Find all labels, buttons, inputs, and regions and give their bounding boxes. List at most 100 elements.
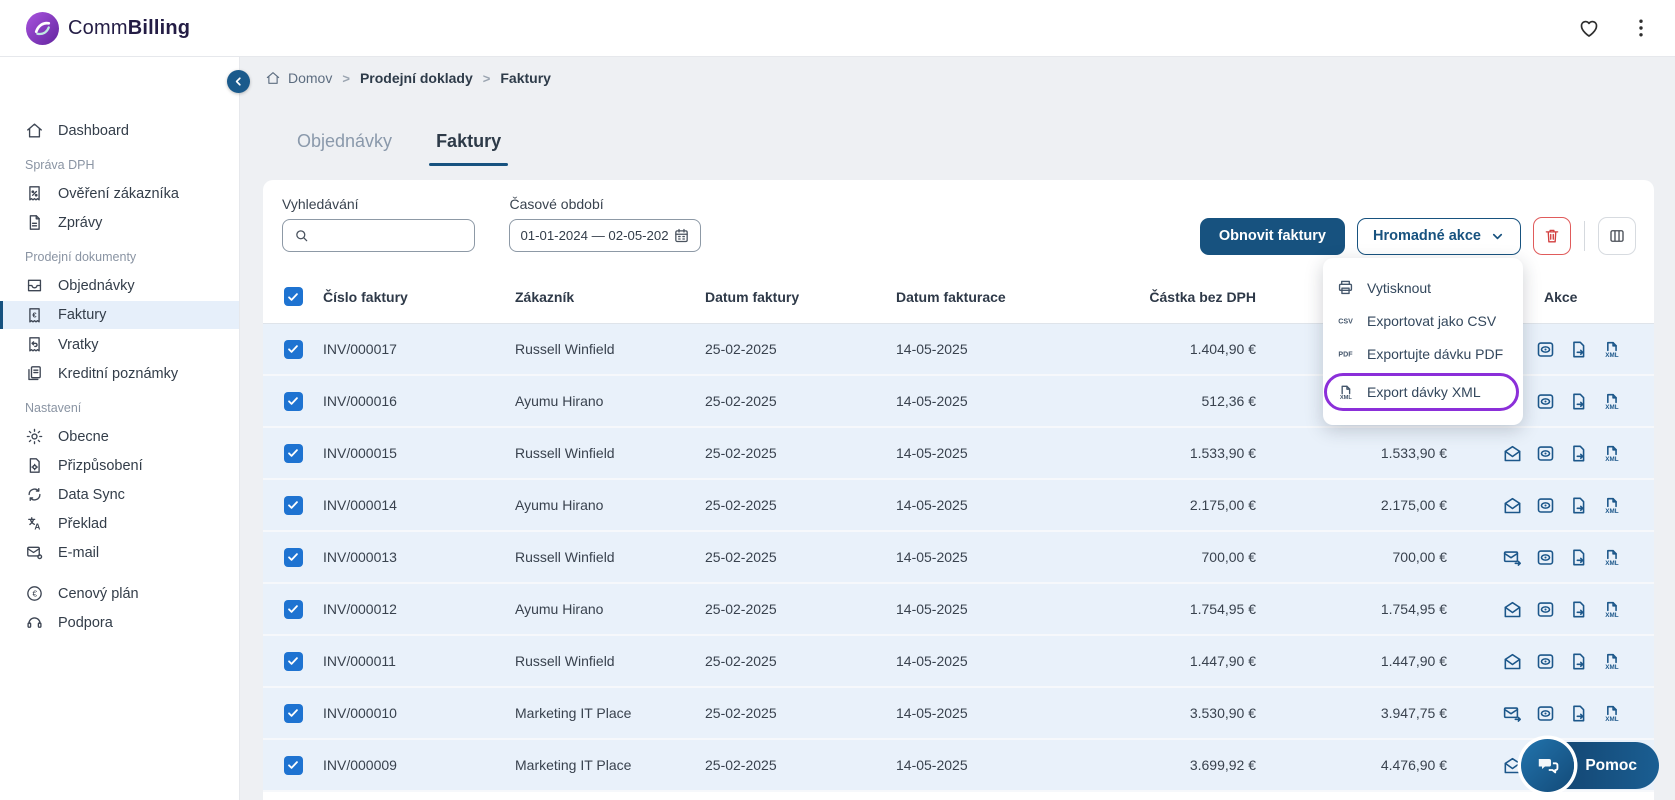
table-row[interactable]: INV/000015 Russell Winfield 25-02-2025 1… xyxy=(263,428,1654,480)
send-email-icon[interactable] xyxy=(1502,703,1523,724)
columns-button[interactable] xyxy=(1598,217,1636,255)
export-document-icon[interactable] xyxy=(1568,547,1589,568)
search-label: Vyhledávání xyxy=(282,196,359,212)
preview-icon[interactable] xyxy=(1535,495,1556,516)
export-xml-icon[interactable]: XML xyxy=(1601,339,1622,360)
row-checkbox[interactable] xyxy=(283,495,303,515)
table-row[interactable]: INV/000012 Ayumu Hirano 25-02-2025 14-05… xyxy=(263,584,1654,636)
row-checkbox[interactable] xyxy=(283,443,303,463)
sidebar-item-overeni-zakaznika[interactable]: Ověření zákazníka xyxy=(0,180,239,207)
export-document-icon[interactable] xyxy=(1568,599,1589,620)
send-email-icon[interactable] xyxy=(1502,547,1523,568)
export-document-icon[interactable] xyxy=(1568,703,1589,724)
table-row[interactable]: INV/000013 Russell Winfield 25-02-2025 1… xyxy=(263,532,1654,584)
preview-icon[interactable] xyxy=(1535,547,1556,568)
breadcrumb-item[interactable]: Faktury xyxy=(500,70,551,86)
sidebar-item-vratky[interactable]: Vratky xyxy=(0,331,239,358)
sidebar-item-preklad[interactable]: A Překlad xyxy=(0,510,239,537)
sync-icon xyxy=(25,485,44,504)
export-document-icon[interactable] xyxy=(1568,495,1589,516)
breadcrumb-item[interactable]: Prodejní doklady xyxy=(360,70,473,86)
row-checkbox[interactable] xyxy=(283,651,303,671)
export-document-icon[interactable] xyxy=(1568,651,1589,672)
row-checkbox[interactable] xyxy=(283,391,303,411)
search-input-box xyxy=(282,219,475,252)
export-document-icon[interactable] xyxy=(1568,339,1589,360)
preview-icon[interactable] xyxy=(1535,443,1556,464)
preview-icon[interactable] xyxy=(1535,339,1556,360)
cell-invoice-number: INV/000013 xyxy=(323,549,397,565)
sidebar-item-label: Data Sync xyxy=(58,486,125,503)
export-document-icon[interactable] xyxy=(1568,443,1589,464)
document-icon xyxy=(25,213,44,232)
row-checkbox[interactable] xyxy=(283,703,303,723)
export-xml-icon[interactable]: XML xyxy=(1601,495,1622,516)
sidebar-item-objednavky[interactable]: Objednávky xyxy=(0,272,239,299)
menu-item-printer[interactable]: Vytisknout xyxy=(1323,271,1523,304)
toolbar-divider xyxy=(1584,221,1585,251)
export-xml-icon[interactable]: XML xyxy=(1601,443,1622,464)
email-open-icon[interactable] xyxy=(1502,495,1523,516)
table-row[interactable]: INV/000009 Marketing IT Place 25-02-2025… xyxy=(263,740,1654,792)
email-open-icon[interactable] xyxy=(1502,755,1523,776)
refresh-invoices-button[interactable]: Obnovit faktury xyxy=(1199,217,1345,255)
cell-amount-excl-vat: 3.699,92 € xyxy=(1189,757,1256,773)
export-xml-icon[interactable]: XML xyxy=(1601,651,1622,672)
row-checkbox[interactable] xyxy=(283,547,303,567)
brand-logo: CommBilling xyxy=(26,11,191,45)
brand-name: CommBilling xyxy=(68,16,191,39)
export-xml-icon[interactable]: XML xyxy=(1601,547,1622,568)
sidebar-item-faktury[interactable]: € Faktury xyxy=(0,301,239,329)
sidebar-item-prizpusobeni[interactable]: Přizpůsobení xyxy=(0,452,239,479)
email-open-icon[interactable] xyxy=(1502,651,1523,672)
kebab-menu-icon[interactable] xyxy=(1629,16,1653,40)
export-xml-icon[interactable]: XML xyxy=(1601,391,1622,412)
table-row[interactable]: INV/000014 Ayumu Hirano 25-02-2025 14-05… xyxy=(263,480,1654,532)
cell-billing-date: 14-05-2025 xyxy=(896,341,968,357)
date-range-input[interactable]: 01-01-2024 — 02-05-202 xyxy=(509,219,702,252)
export-xml-icon[interactable]: XML xyxy=(1601,703,1622,724)
row-actions: XML xyxy=(1449,443,1654,464)
export-xml-icon[interactable]: XML xyxy=(1601,599,1622,620)
preview-icon[interactable] xyxy=(1535,599,1556,620)
help-button[interactable]: Pomoc xyxy=(1521,739,1659,792)
preview-icon[interactable] xyxy=(1535,703,1556,724)
preview-icon[interactable] xyxy=(1535,391,1556,412)
sidebar-item-zpravy[interactable]: Zprávy xyxy=(0,209,239,236)
chevron-down-icon xyxy=(1490,229,1505,244)
sidebar-item-dashboard[interactable]: Dashboard xyxy=(0,117,239,144)
home-icon xyxy=(25,121,44,140)
export-document-icon[interactable] xyxy=(1568,391,1589,412)
menu-item-xml[interactable]: XML Export dávky XML xyxy=(1324,373,1519,411)
email-open-icon[interactable] xyxy=(1502,599,1523,620)
sidebar-item-data-sync[interactable]: Data Sync xyxy=(0,481,239,508)
sidebar-item-kreditni-poznamky[interactable]: Kreditní poznámky xyxy=(0,360,239,387)
row-checkbox[interactable] xyxy=(283,599,303,619)
breadcrumb-item[interactable]: Domov xyxy=(265,70,332,86)
table-row[interactable]: INV/000010 Marketing IT Place 25-02-2025… xyxy=(263,688,1654,740)
csv-icon: CSV xyxy=(1336,311,1355,330)
sidebar-collapse-button[interactable] xyxy=(227,70,250,93)
table-row[interactable]: INV/000011 Russell Winfield 25-02-2025 1… xyxy=(263,636,1654,688)
preview-icon[interactable] xyxy=(1535,651,1556,672)
delete-button[interactable] xyxy=(1533,217,1571,255)
tab-faktury[interactable]: Faktury xyxy=(429,131,509,166)
sidebar-item-obecne[interactable]: Obecne xyxy=(0,423,239,450)
row-checkbox[interactable] xyxy=(283,339,303,359)
bulk-actions-button[interactable]: Hromadné akce xyxy=(1357,217,1521,255)
cell-billing-date: 14-05-2025 xyxy=(896,497,968,513)
menu-item-csv[interactable]: CSV Exportovat jako CSV xyxy=(1323,304,1523,337)
cell-amount-excl-vat: 1.754,95 € xyxy=(1189,601,1256,617)
search-input[interactable] xyxy=(318,228,458,243)
select-all-checkbox[interactable] xyxy=(283,287,303,306)
euro-circle-icon: € xyxy=(25,584,44,603)
breadcrumb-separator: > xyxy=(342,70,350,86)
tab-objednavky[interactable]: Objednávky xyxy=(290,131,399,166)
sidebar-item-cenovy-plan[interactable]: € Cenový plán xyxy=(0,580,239,607)
row-checkbox[interactable] xyxy=(283,755,303,775)
email-open-icon[interactable] xyxy=(1502,443,1523,464)
sidebar-item-podpora[interactable]: Podpora xyxy=(0,609,239,636)
sidebar-item-e-mail[interactable]: E-mail xyxy=(0,539,239,566)
menu-item-pdf[interactable]: PDF Exportujte dávku PDF xyxy=(1323,337,1523,370)
heart-icon[interactable] xyxy=(1577,16,1601,40)
